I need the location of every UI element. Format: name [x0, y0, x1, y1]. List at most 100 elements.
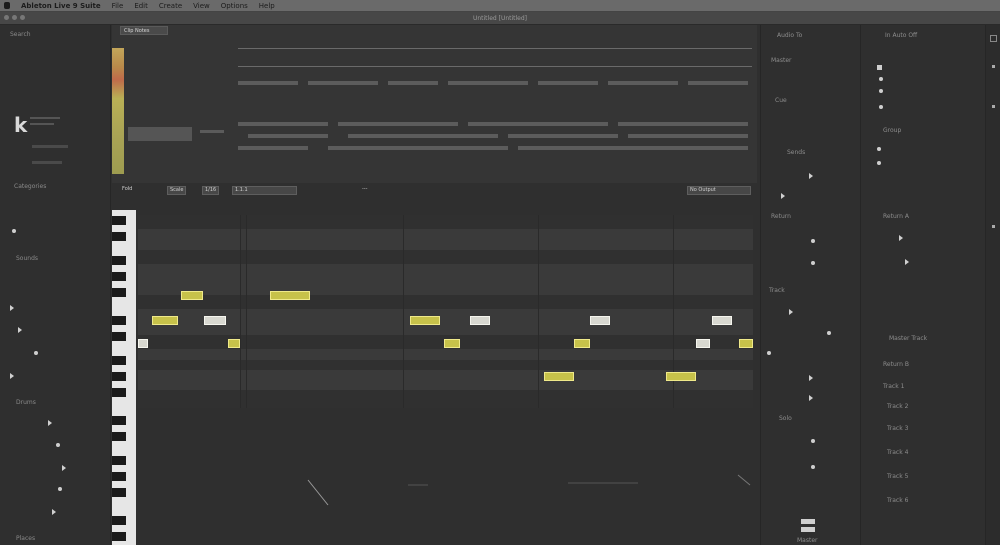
position-field[interactable]: 1.1.1 — [232, 186, 297, 195]
timeline-ruler — [238, 66, 752, 67]
expand-arrow-icon[interactable] — [52, 509, 56, 515]
expand-arrow-icon[interactable] — [10, 305, 14, 311]
browser-item — [32, 145, 68, 148]
mixer-label-track-6[interactable]: Track 6 — [887, 497, 908, 504]
midi-note[interactable] — [204, 316, 226, 325]
master-volume-button[interactable] — [801, 519, 815, 524]
menu-edit[interactable]: Edit — [134, 2, 148, 10]
io-label-return[interactable]: Return — [771, 213, 791, 220]
bullet-icon — [56, 443, 60, 447]
right-scrollbar[interactable] — [985, 25, 1000, 545]
clip-overview-row[interactable] — [238, 78, 752, 88]
browser-panel: Search k Categories Sounds Drums Places — [0, 25, 111, 545]
panel-footer: Master — [797, 537, 818, 544]
io-label-track[interactable]: Track — [769, 287, 785, 294]
apple-menu-icon[interactable] — [4, 2, 10, 9]
browser-section-categories[interactable]: Categories — [14, 183, 46, 190]
midi-note[interactable] — [590, 316, 610, 325]
scroll-marker — [992, 105, 995, 108]
velocity-editor[interactable] — [138, 415, 753, 545]
master-pan-button[interactable] — [801, 527, 815, 532]
note-editor-toolbar: Fold Scale 1/16 1.1.1 --- No Output — [112, 183, 757, 198]
mixer-label-track-3[interactable]: Track 3 — [887, 425, 908, 432]
loop-length-field[interactable] — [200, 130, 224, 133]
midi-note[interactable] — [181, 291, 203, 300]
browser-section-sounds[interactable]: Sounds — [16, 255, 38, 262]
expand-arrow-icon[interactable] — [10, 373, 14, 379]
midi-note[interactable] — [138, 339, 148, 348]
midi-note[interactable] — [444, 339, 460, 348]
mixer-label-return-b[interactable]: Return B — [883, 361, 909, 368]
midi-note[interactable] — [544, 372, 574, 381]
midi-note[interactable] — [712, 316, 732, 325]
play-arrow-icon[interactable] — [781, 193, 785, 199]
fold-button[interactable]: Fold — [120, 186, 134, 195]
loop-position-field[interactable] — [128, 127, 192, 141]
output-dropdown[interactable]: No Output — [687, 186, 751, 195]
play-arrow-icon[interactable] — [809, 173, 813, 179]
expand-arrow-icon[interactable] — [62, 465, 66, 471]
io-label-solo[interactable]: Solo — [779, 415, 792, 422]
close-window-button[interactable] — [4, 15, 9, 20]
midi-note[interactable] — [574, 339, 590, 348]
midi-note[interactable] — [666, 372, 696, 381]
play-arrow-icon[interactable] — [789, 309, 793, 315]
panel-header: In Auto Off — [885, 32, 918, 39]
monitor-toggle[interactable] — [877, 65, 882, 70]
menu-create[interactable]: Create — [159, 2, 182, 10]
mixer-label-return-a[interactable]: Return A — [883, 213, 909, 220]
bullet-icon — [34, 351, 38, 355]
play-arrow-icon[interactable] — [809, 395, 813, 401]
expand-arrow-icon[interactable] — [18, 327, 22, 333]
mixer-label-track-4[interactable]: Track 4 — [887, 449, 908, 456]
tab-clip-notes[interactable]: Clip Notes — [120, 26, 168, 35]
menu-options[interactable]: Options — [221, 2, 248, 10]
bullet-icon — [811, 465, 815, 469]
browser-section-drums[interactable]: Drums — [16, 399, 36, 406]
io-label-sends[interactable]: Sends — [787, 149, 805, 156]
play-arrow-icon[interactable] — [905, 259, 909, 265]
minimize-window-button[interactable] — [12, 15, 17, 20]
browser-item — [32, 161, 62, 164]
grid-value-field[interactable]: 1/16 — [202, 186, 220, 195]
menu-help[interactable]: Help — [259, 2, 275, 10]
expand-arrow-icon[interactable] — [48, 420, 52, 426]
play-arrow-icon[interactable] — [899, 235, 903, 241]
mixer-label-track-5[interactable]: Track 5 — [887, 473, 908, 480]
scroll-marker — [992, 225, 995, 228]
track-io-panel: Audio To Master Cue Sends Return Track S… — [760, 25, 856, 545]
io-label-master[interactable]: Master — [771, 57, 792, 64]
zoom-window-button[interactable] — [20, 15, 25, 20]
window-titlebar: Untitled [Untitled] — [0, 12, 1000, 25]
io-label-cue[interactable]: Cue — [775, 97, 787, 104]
midi-note[interactable] — [696, 339, 710, 348]
master-track-label[interactable]: Master Track — [889, 335, 927, 342]
play-arrow-icon[interactable] — [809, 375, 813, 381]
mixer-label-group[interactable]: Group — [883, 127, 901, 134]
search-label[interactable]: Search — [10, 31, 31, 38]
length-field[interactable]: --- — [360, 186, 369, 195]
note-grid[interactable] — [138, 215, 753, 408]
clip-color-strip[interactable] — [112, 48, 124, 174]
midi-note[interactable] — [270, 291, 310, 300]
midi-note[interactable] — [739, 339, 753, 348]
hide-panel-icon[interactable] — [990, 35, 997, 42]
clip-overview-notes[interactable] — [238, 118, 752, 158]
mixer-label-track-1[interactable]: Track 1 — [883, 383, 904, 390]
bullet-icon — [879, 77, 883, 81]
bullet-icon — [12, 229, 16, 233]
mixer-label-track-2[interactable]: Track 2 — [887, 403, 908, 410]
menu-file[interactable]: File — [112, 2, 124, 10]
logo-line — [30, 117, 60, 119]
midi-note[interactable] — [152, 316, 178, 325]
midi-note[interactable] — [410, 316, 440, 325]
timeline-ruler — [238, 48, 752, 49]
app-menu[interactable]: Ableton Live 9 Suite — [21, 2, 101, 10]
piano-roll-keys[interactable] — [112, 210, 136, 545]
browser-section-places[interactable]: Places — [16, 535, 35, 542]
logo-icon: k — [14, 113, 28, 137]
midi-note[interactable] — [470, 316, 490, 325]
midi-note[interactable] — [228, 339, 240, 348]
menu-view[interactable]: View — [193, 2, 210, 10]
scale-button[interactable]: Scale — [167, 186, 187, 195]
